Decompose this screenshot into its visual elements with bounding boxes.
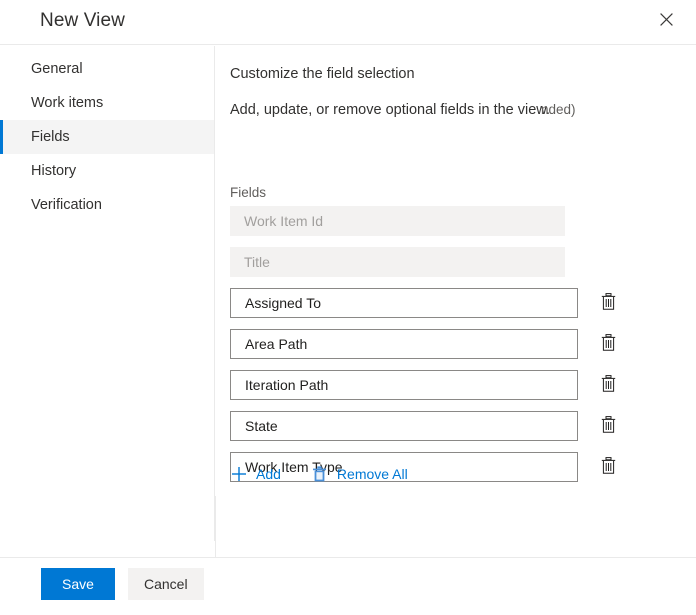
trash-icon <box>601 457 616 477</box>
sidebar-item-history[interactable]: History <box>0 154 214 188</box>
plus-icon <box>230 465 248 483</box>
field-row: Area Path <box>230 329 690 359</box>
panel-description-fragment: nded) <box>541 102 576 117</box>
trash-icon <box>601 375 616 395</box>
trash-icon <box>601 334 616 354</box>
field-input-iteration-path[interactable]: Iteration Path <box>230 370 578 400</box>
fields-panel: Customize the field selection Add, updat… <box>216 46 696 541</box>
delete-field-button[interactable] <box>596 291 620 315</box>
field-input-title: Title <box>230 247 565 277</box>
sidebar-item-general[interactable]: General <box>0 52 214 86</box>
dialog-sidebar: General Work items Fields History Verifi… <box>0 46 215 541</box>
sidebar-item-fields[interactable]: Fields <box>0 120 214 154</box>
field-row: Iteration Path <box>230 370 690 400</box>
add-field-label: Add <box>256 466 281 482</box>
save-button[interactable]: Save <box>41 568 115 600</box>
cancel-button[interactable]: Cancel <box>128 568 204 600</box>
fields-command-bar: Add Remove All <box>230 460 408 488</box>
remove-all-button[interactable]: Remove All <box>311 460 408 488</box>
dialog-title: New View <box>40 10 125 31</box>
panel-heading: Customize the field selection <box>230 66 415 82</box>
new-view-dialog: New View General Work items Fields Histo… <box>0 0 696 615</box>
field-input-state[interactable]: State <box>230 411 578 441</box>
sidebar-item-label: Verification <box>31 197 102 213</box>
sidebar-item-verification[interactable]: Verification <box>0 188 214 222</box>
fields-list: Work Item Id Title Assigned To Area Path… <box>230 206 690 493</box>
delete-field-button[interactable] <box>596 373 620 397</box>
field-row: Work Item Id <box>230 206 690 236</box>
dialog-footer: Save Cancel <box>0 557 696 615</box>
trash-icon <box>601 416 616 436</box>
sidebar-item-label: History <box>31 163 77 179</box>
field-row: State <box>230 411 690 441</box>
trash-icon <box>601 293 616 313</box>
sidebar-item-label: Fields <box>31 129 70 145</box>
field-input-work-item-id: Work Item Id <box>230 206 565 236</box>
remove-all-label: Remove All <box>336 466 408 482</box>
close-button[interactable] <box>648 3 684 35</box>
field-input-area-path[interactable]: Area Path <box>230 329 578 359</box>
sidebar-item-work-items[interactable]: Work items <box>0 86 214 120</box>
panel-description: Add, update, or remove optional fields i… <box>230 102 550 118</box>
footer-actions: Save Cancel <box>41 568 204 600</box>
trash-icon <box>311 465 329 483</box>
delete-field-button[interactable] <box>596 414 620 438</box>
close-icon <box>659 12 673 26</box>
fields-group-label: Fields <box>230 185 267 200</box>
sidebar-item-label: Work items <box>31 95 104 111</box>
sidebar-item-label: General <box>31 61 83 77</box>
add-field-button[interactable]: Add <box>230 460 281 488</box>
field-input-assigned-to[interactable]: Assigned To <box>230 288 578 318</box>
field-row: Assigned To <box>230 288 690 318</box>
field-row: Title <box>230 247 690 277</box>
delete-field-button[interactable] <box>596 332 620 356</box>
delete-field-button[interactable] <box>596 455 620 479</box>
dialog-header: New View <box>0 0 696 45</box>
